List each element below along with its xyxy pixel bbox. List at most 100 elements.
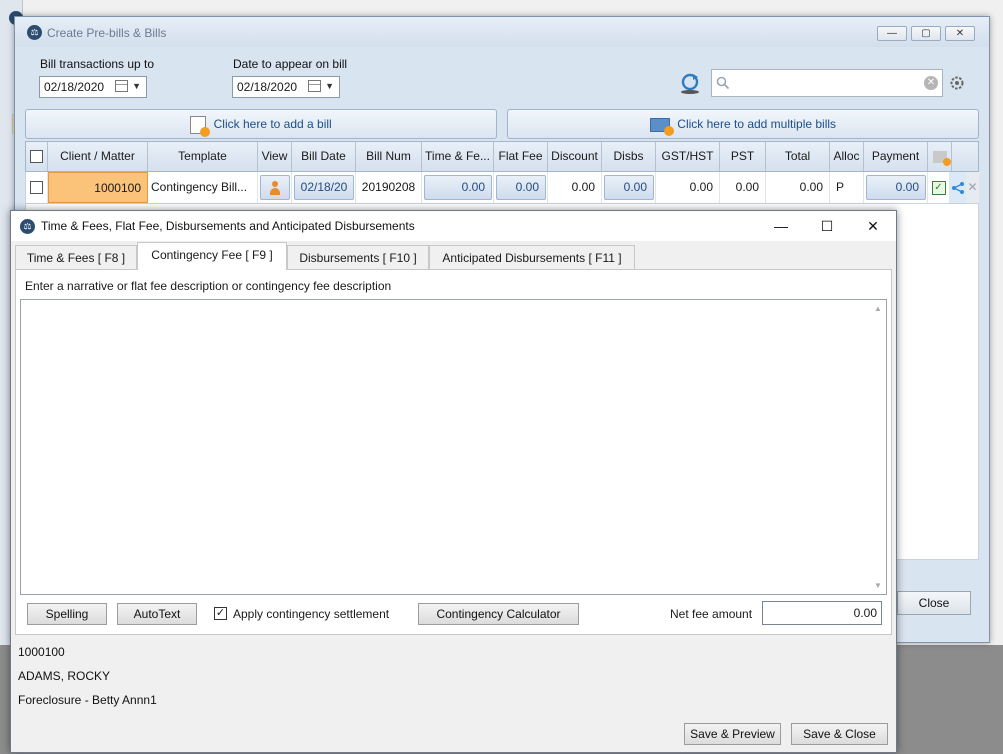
column-gst-hst[interactable]: GST/HST bbox=[656, 142, 720, 171]
contingency-fee-panel: Enter a narrative or flat fee descriptio… bbox=[15, 269, 892, 635]
main-titlebar: ⚖ Create Pre-bills & Bills — ▢ ✕ bbox=[15, 17, 989, 47]
column-payment[interactable]: Payment bbox=[864, 142, 928, 171]
delete-row-icon[interactable]: ✕ bbox=[966, 172, 980, 203]
date-on-bill-label: Date to appear on bill bbox=[233, 57, 348, 71]
save-preview-button[interactable]: Save & Preview bbox=[684, 723, 781, 745]
bills-grid-header: Client / Matter Template View Bill Date … bbox=[25, 141, 979, 172]
bill-num-cell: 20190208 bbox=[356, 172, 422, 203]
column-bill-num[interactable]: Bill Num bbox=[356, 142, 422, 171]
tab-disbursements[interactable]: Disbursements [ F10 ] bbox=[287, 245, 429, 269]
matter-number: 1000100 bbox=[18, 645, 65, 659]
scroll-down-icon[interactable]: ▼ bbox=[874, 581, 882, 590]
date-on-bill-picker[interactable]: 02/18/2020 ▼ bbox=[232, 76, 340, 98]
add-multiple-bills-button[interactable]: Click here to add multiple bills bbox=[507, 109, 979, 139]
net-fee-label: Net fee amount bbox=[670, 607, 753, 621]
bill-transactions-date-value: 02/18/2020 bbox=[44, 80, 105, 94]
dialog-tabs: Time & Fees [ F8 ] Contingency Fee [ F9 … bbox=[15, 242, 889, 270]
spelling-button[interactable]: Spelling bbox=[27, 603, 107, 625]
dialog-titlebar: ⚖ Time & Fees, Flat Fee, Disbursements a… bbox=[11, 211, 896, 241]
person-icon bbox=[270, 180, 280, 195]
table-row[interactable]: 1000100 Contingency Bill... 02/18/20 201… bbox=[25, 172, 980, 204]
apply-contingency-checkbox[interactable]: ✓ bbox=[214, 607, 227, 620]
narrative-textarea[interactable]: ▲ ▼ bbox=[20, 299, 887, 595]
column-discount[interactable]: Discount bbox=[548, 142, 602, 171]
flat-fee-value[interactable]: 0.00 bbox=[496, 175, 546, 200]
pst-cell: 0.00 bbox=[720, 172, 766, 203]
refresh-icon[interactable] bbox=[678, 71, 702, 95]
column-client-matter[interactable]: Client / Matter bbox=[48, 142, 148, 171]
approve-cell: ✓ bbox=[928, 172, 950, 203]
column-pst[interactable]: PST bbox=[720, 142, 766, 171]
column-template[interactable]: Template bbox=[148, 142, 258, 171]
narrative-prompt: Enter a narrative or flat fee descriptio… bbox=[25, 279, 392, 293]
add-bill-label: Click here to add a bill bbox=[213, 117, 332, 131]
calendar-icon[interactable] bbox=[308, 80, 321, 92]
column-total[interactable]: Total bbox=[766, 142, 830, 171]
tab-contingency-fee[interactable]: Contingency Fee [ F9 ] bbox=[137, 242, 287, 270]
bill-date-value[interactable]: 02/18/20 bbox=[294, 175, 354, 200]
add-multiple-bills-icon bbox=[649, 117, 674, 136]
net-fee-input[interactable]: 0.00 bbox=[762, 601, 882, 625]
view-cell bbox=[258, 172, 292, 203]
time-fees-cell: 0.00 bbox=[422, 172, 494, 203]
row-select-cell[interactable] bbox=[26, 172, 48, 203]
chevron-down-icon[interactable]: ▼ bbox=[325, 81, 334, 91]
search-input[interactable]: ✕ bbox=[711, 69, 943, 97]
column-flat-fee[interactable]: Flat Fee bbox=[494, 142, 548, 171]
share-icon[interactable] bbox=[950, 172, 966, 203]
matter-description: Foreclosure - Betty Annn1 bbox=[18, 693, 157, 707]
view-bill-button[interactable] bbox=[260, 175, 290, 200]
search-settings-icon[interactable] bbox=[949, 75, 965, 91]
scroll-up-icon[interactable]: ▲ bbox=[874, 304, 882, 313]
dialog-title: Time & Fees, Flat Fee, Disbursements and… bbox=[41, 219, 415, 233]
time-fees-dialog: ⚖ Time & Fees, Flat Fee, Disbursements a… bbox=[10, 210, 897, 753]
flat-fee-cell: 0.00 bbox=[494, 172, 548, 203]
apply-contingency-label: Apply contingency settlement bbox=[233, 607, 390, 621]
minimize-button[interactable]: — bbox=[877, 26, 907, 41]
narrative-scrollbar[interactable]: ▲ ▼ bbox=[871, 300, 886, 594]
restore-button[interactable]: ▢ bbox=[911, 26, 941, 41]
column-view[interactable]: View bbox=[258, 142, 292, 171]
main-close-button[interactable]: Close bbox=[897, 591, 971, 615]
select-all-checkbox[interactable] bbox=[30, 150, 43, 164]
select-all-header[interactable] bbox=[26, 142, 48, 171]
client-name: ADAMS, ROCKY bbox=[18, 669, 111, 683]
save-close-button[interactable]: Save & Close bbox=[791, 723, 888, 745]
template-cell[interactable]: Contingency Bill... bbox=[148, 172, 258, 203]
disbs-value[interactable]: 0.00 bbox=[604, 175, 654, 200]
disbs-cell: 0.00 bbox=[602, 172, 656, 203]
home-payment-icon bbox=[932, 150, 951, 166]
dialog-minimize-button[interactable]: — bbox=[761, 215, 801, 237]
column-disbs[interactable]: Disbs bbox=[602, 142, 656, 171]
column-alloc[interactable]: Alloc bbox=[830, 142, 864, 171]
date-on-bill-value: 02/18/2020 bbox=[237, 80, 298, 94]
row-select-checkbox[interactable] bbox=[30, 181, 43, 195]
search-icon bbox=[716, 76, 730, 90]
column-bill-date[interactable]: Bill Date bbox=[292, 142, 356, 171]
dialog-footer: 1000100 ADAMS, ROCKY Foreclosure - Betty… bbox=[11, 636, 896, 752]
contingency-calculator-button[interactable]: Contingency Calculator bbox=[418, 603, 579, 625]
dialog-maximize-button[interactable]: ☐ bbox=[807, 215, 847, 237]
autotext-button[interactable]: AutoText bbox=[117, 603, 197, 625]
tab-time-fees[interactable]: Time & Fees [ F8 ] bbox=[15, 245, 137, 269]
column-time-fees[interactable]: Time & Fe... bbox=[422, 142, 494, 171]
column-actions-header bbox=[928, 142, 952, 171]
chevron-down-icon[interactable]: ▼ bbox=[132, 81, 141, 91]
client-matter-cell[interactable]: 1000100 bbox=[48, 172, 148, 203]
time-fees-value[interactable]: 0.00 bbox=[424, 175, 492, 200]
close-window-button[interactable]: ✕ bbox=[945, 26, 975, 41]
clear-search-icon[interactable]: ✕ bbox=[924, 76, 938, 90]
approve-check-icon[interactable]: ✓ bbox=[931, 180, 946, 195]
discount-cell: 0.00 bbox=[548, 172, 602, 203]
gst-hst-cell: 0.00 bbox=[656, 172, 720, 203]
calendar-icon[interactable] bbox=[115, 80, 128, 92]
add-multiple-bills-label: Click here to add multiple bills bbox=[677, 117, 837, 131]
bill-date-cell: 02/18/20 bbox=[292, 172, 356, 203]
add-bill-button[interactable]: Click here to add a bill bbox=[25, 109, 497, 139]
bill-transactions-date-picker[interactable]: 02/18/2020 ▼ bbox=[39, 76, 147, 98]
tab-anticipated-disbursements[interactable]: Anticipated Disbursements [ F11 ] bbox=[429, 245, 635, 269]
dialog-close-button[interactable]: ✕ bbox=[853, 215, 893, 237]
main-window-title: Create Pre-bills & Bills bbox=[47, 26, 167, 40]
scale-logo-icon: ⚖ bbox=[20, 219, 35, 234]
payment-value[interactable]: 0.00 bbox=[866, 175, 926, 200]
